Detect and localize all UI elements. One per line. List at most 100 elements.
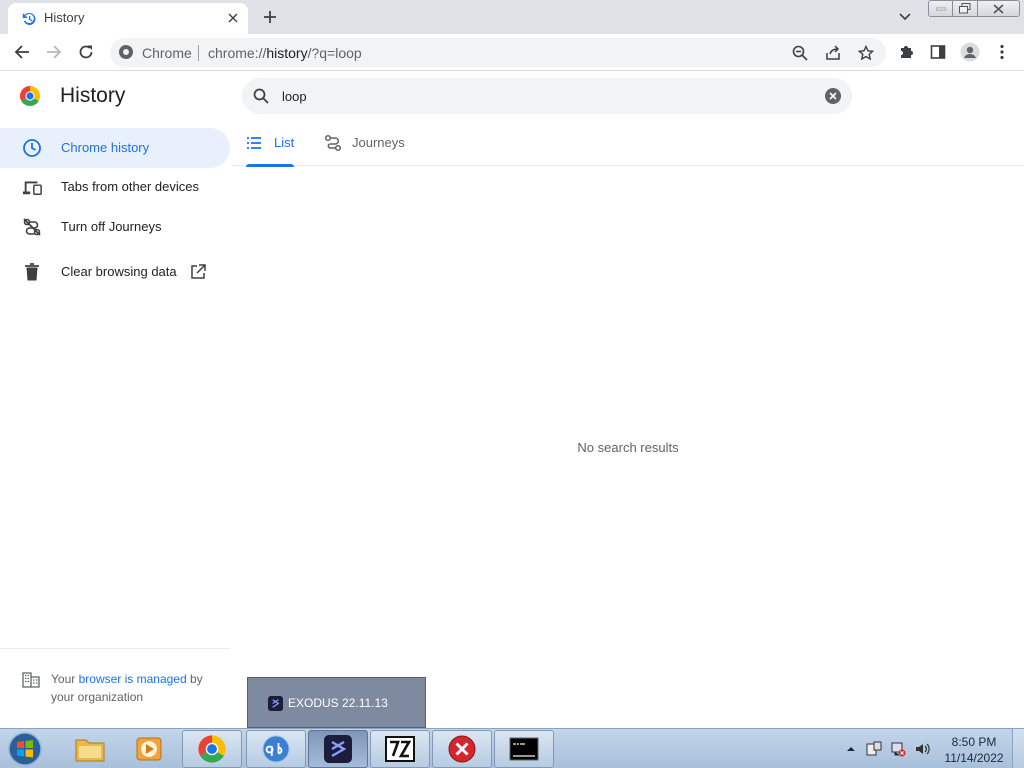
browser-toolbar: Chrome chrome://history/?q=loop	[0, 34, 1024, 71]
start-button[interactable]	[6, 731, 44, 767]
tab-strip: History	[0, 0, 1024, 34]
browser-tab-history[interactable]: History	[8, 3, 248, 34]
minimize-window-button[interactable]	[928, 0, 953, 17]
zoom-button[interactable]	[790, 43, 810, 63]
sidebar-item-label: Chrome history	[61, 140, 150, 155]
minimize-icon	[935, 7, 946, 10]
search-icon	[253, 88, 269, 104]
extensions-button[interactable]	[894, 40, 918, 64]
omnibox-divider	[198, 45, 199, 61]
more-vert-icon	[1000, 44, 1004, 60]
sidebar-item-label: Turn off Journeys	[61, 219, 162, 234]
url-text[interactable]: chrome://history/?q=loop	[208, 45, 362, 61]
tab-journeys[interactable]: Journeys	[324, 120, 414, 166]
menu-button[interactable]	[990, 40, 1014, 64]
side-panel-button[interactable]	[926, 40, 950, 64]
profile-button[interactable]	[958, 40, 982, 64]
sidebar-item-chrome-history[interactable]: Chrome history	[0, 128, 230, 168]
back-button[interactable]	[10, 40, 34, 64]
side-panel-icon	[930, 45, 946, 59]
sidebar-item-label: Tabs from other devices	[61, 179, 200, 194]
sidebar-item-tabs-other-devices[interactable]: Tabs from other devices	[0, 167, 230, 207]
tab-search-button[interactable]	[896, 8, 914, 26]
clock-date: 11/14/2022	[944, 751, 1004, 765]
sidebar-item-label: Clear browsing data	[61, 264, 177, 279]
sidebar-item-clear-browsing-data[interactable]: Clear browsing data	[0, 252, 230, 292]
terminal-icon	[509, 737, 539, 761]
network-disconnected-icon[interactable]	[890, 741, 906, 757]
close-window-button[interactable]	[977, 0, 1020, 17]
devices-icon	[22, 177, 42, 197]
address-bar[interactable]: Chrome chrome://history/?q=loop	[110, 38, 886, 67]
chrome-icon	[198, 735, 226, 763]
history-view-tabs: List Journeys	[232, 120, 1024, 167]
share-icon	[826, 45, 840, 60]
empty-state-message: No search results	[577, 440, 679, 455]
preview-title: EXODUS 22.11.13	[288, 696, 388, 710]
taskbar-exodus[interactable]	[308, 730, 368, 768]
tab-label: Journeys	[352, 135, 405, 150]
history-search-box[interactable]	[242, 78, 852, 114]
restore-icon	[959, 3, 971, 14]
taskbar-file-explorer[interactable]	[60, 730, 120, 768]
chevron-down-icon	[899, 13, 911, 21]
reload-button[interactable]	[74, 40, 98, 64]
exodus-icon	[324, 735, 352, 763]
url-scheme: chrome://	[208, 45, 267, 61]
arrow-right-icon	[47, 45, 62, 59]
journeys-icon	[324, 134, 342, 152]
taskbar-media-player[interactable]	[120, 730, 180, 768]
chrome-logo-icon	[20, 86, 40, 106]
media-player-icon	[136, 737, 162, 761]
url-path: /?q=loop	[307, 45, 362, 61]
reload-icon	[79, 45, 93, 59]
trash-icon	[22, 262, 42, 282]
star-icon	[858, 45, 874, 61]
action-center-icon[interactable]	[866, 741, 882, 757]
taskbar-7zip[interactable]	[370, 730, 430, 768]
show-hidden-icons-icon[interactable]	[846, 744, 856, 754]
list-icon	[247, 137, 261, 149]
exodus-icon	[268, 696, 283, 711]
tab-title: History	[44, 10, 85, 25]
search-input[interactable]	[282, 85, 802, 107]
close-icon	[993, 3, 1004, 14]
external-link-icon	[191, 264, 206, 279]
managed-link[interactable]: browser is managed	[79, 672, 187, 686]
taskbar-chrome[interactable]	[182, 730, 242, 768]
site-name: Chrome	[142, 45, 192, 61]
building-icon	[22, 672, 40, 688]
clock-icon	[22, 138, 42, 158]
show-desktop-button[interactable]	[1012, 729, 1024, 768]
tab-label: List	[274, 135, 295, 150]
system-clock[interactable]: 8:50 PM 11/14/2022	[940, 734, 1008, 766]
volume-icon[interactable]	[914, 741, 930, 757]
7zip-icon	[385, 736, 415, 762]
tab-list[interactable]: List	[246, 120, 295, 167]
new-tab-button[interactable]	[259, 7, 281, 27]
arrow-left-icon	[14, 45, 29, 59]
history-icon	[22, 12, 36, 25]
clock-time: 8:50 PM	[951, 735, 997, 749]
chrome-site-icon	[119, 45, 133, 59]
close-tab-icon[interactable]	[224, 9, 242, 27]
taskbar-error-app[interactable]	[432, 730, 492, 768]
share-button[interactable]	[823, 43, 843, 63]
taskbar-preview-exodus[interactable]: EXODUS 22.11.13	[247, 677, 426, 728]
journeys-off-icon	[22, 217, 42, 237]
bookmark-button[interactable]	[856, 43, 876, 63]
qbittorrent-icon	[262, 735, 290, 763]
taskbar-qbittorrent[interactable]	[246, 730, 306, 768]
forward-button[interactable]	[42, 40, 66, 64]
restore-window-button[interactable]	[952, 0, 978, 17]
page-title: History	[60, 84, 126, 107]
error-x-icon	[448, 735, 476, 763]
clear-search-icon[interactable]	[824, 87, 842, 105]
selected-tab-indicator	[246, 164, 294, 167]
taskbar-command-prompt[interactable]	[494, 730, 554, 768]
plus-icon	[264, 11, 276, 23]
sidebar-item-turn-off-journeys[interactable]: Turn off Journeys	[0, 207, 230, 247]
managed-prefix: Your	[51, 672, 79, 686]
avatar-icon	[960, 42, 980, 62]
zoom-out-icon	[792, 45, 808, 61]
